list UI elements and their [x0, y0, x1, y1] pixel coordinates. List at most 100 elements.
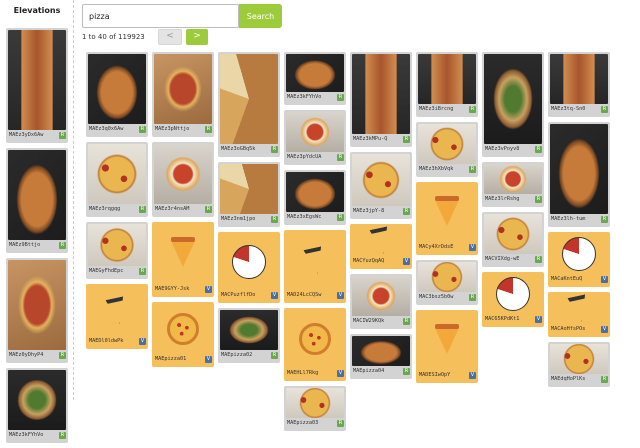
search-button[interactable]: Search: [239, 4, 282, 28]
photo-thumbnail[interactable]: [352, 276, 410, 316]
result-card[interactable]: MAEz3tq-Sn0 R: [548, 52, 610, 117]
next-page-button[interactable]: >: [186, 29, 208, 45]
photo-thumbnail[interactable]: [220, 310, 278, 350]
vector-badge: V: [337, 370, 344, 377]
vector-badge: V: [601, 276, 608, 283]
result-card[interactable]: MAEz3iBrcng R: [416, 52, 478, 117]
sidebar-elevation-card[interactable]: MAEz3yDx6Aw R: [6, 28, 68, 143]
result-card[interactable]: MACy4XrDdsE V: [416, 182, 478, 255]
photo-thumbnail[interactable]: [484, 214, 542, 254]
vector-thumbnail[interactable]: [550, 234, 608, 274]
result-card[interactable]: MAEpizza02 R: [218, 308, 280, 363]
asset-id-label: MAEz3vPoyv8 R: [485, 146, 542, 153]
photo-thumbnail[interactable]: [88, 224, 146, 266]
photo-thumbnail[interactable]: [418, 262, 476, 292]
result-card[interactable]: MAD24LcCQSw V: [284, 230, 346, 303]
previous-page-button[interactable]: <: [158, 29, 182, 45]
photo-thumbnail[interactable]: [88, 54, 146, 124]
photo-thumbnail[interactable]: [8, 260, 66, 350]
photo-thumbnail[interactable]: [484, 164, 542, 194]
photo-thumbnail[interactable]: [418, 54, 476, 104]
results-column: MAEz3kFYhVo R MAEz3pYdcUA R MAEz3xEgsWc R MAD2…: [284, 52, 346, 436]
result-card[interactable]: MAEz3lh-tum R: [548, 122, 610, 227]
photo-thumbnail[interactable]: [352, 154, 410, 206]
asset-id-label: MAEDl0ldwPk V: [89, 338, 146, 345]
search-input[interactable]: [82, 4, 239, 28]
sidebar-elevation-card[interactable]: MAEz9Bttjo R: [6, 148, 68, 253]
result-card[interactable]: MAEz3pYdcUA R: [284, 110, 346, 165]
result-card[interactable]: MAEz3kMPu-Q R: [350, 52, 412, 147]
result-card[interactable]: MAEz3jpY-8 R: [350, 152, 412, 219]
photo-thumbnail[interactable]: [220, 164, 278, 214]
vector-thumbnail[interactable]: [88, 286, 146, 336]
result-card[interactable]: MAEdqHoPlKs R: [548, 342, 610, 387]
result-card[interactable]: MACVIXdg-wE R: [482, 212, 544, 267]
raster-badge: R: [59, 242, 66, 249]
result-card[interactable]: MAEz3rqgqg R: [86, 142, 148, 217]
result-card[interactable]: MAEz3r4nsAM R: [152, 142, 214, 217]
result-card[interactable]: MAEpizza03 R: [284, 386, 346, 431]
vector-thumbnail[interactable]: [418, 184, 476, 242]
result-card[interactable]: MACAoHfsPOs V: [548, 292, 610, 337]
result-card[interactable]: MAEz3vPoyv8 R: [482, 52, 544, 157]
vector-thumbnail[interactable]: [220, 234, 278, 290]
photo-thumbnail[interactable]: [418, 124, 476, 164]
vector-thumbnail[interactable]: [286, 232, 344, 290]
vector-badge: V: [469, 244, 476, 251]
sidebar-elevation-card[interactable]: MAEz3kFYhVo R: [6, 368, 68, 443]
result-card[interactable]: MAEz3xEgsWc R: [284, 170, 346, 225]
photo-thumbnail[interactable]: [8, 150, 66, 240]
elevations-sidebar: Elevations MAEz3yDx6Aw R MAEz9Bttjo R MAEz0y…: [0, 0, 74, 443]
result-card[interactable]: MACPuzflfDo V: [218, 232, 280, 303]
vector-thumbnail[interactable]: [286, 310, 344, 368]
vector-thumbnail[interactable]: [550, 294, 608, 324]
photo-thumbnail[interactable]: [8, 30, 66, 130]
result-card[interactable]: MAC3bsz5b0w R: [416, 260, 478, 305]
raster-badge: R: [271, 216, 278, 223]
photo-thumbnail[interactable]: [484, 54, 542, 144]
photo-thumbnail[interactable]: [286, 388, 344, 418]
raster-badge: R: [139, 206, 146, 213]
result-card[interactable]: MAEDl0ldwPk V: [86, 284, 148, 349]
result-card[interactable]: MACaKntEuQ V: [548, 232, 610, 287]
result-card[interactable]: MAEz3q0x6Aw R: [86, 52, 148, 137]
photo-thumbnail[interactable]: [154, 54, 212, 124]
photo-thumbnail[interactable]: [352, 336, 410, 366]
result-card[interactable]: MAEz3hXbVqk R: [416, 122, 478, 177]
photo-thumbnail[interactable]: [154, 144, 212, 204]
photo-thumbnail[interactable]: [550, 344, 608, 374]
result-card[interactable]: MAEz3kFYhVo R: [284, 52, 346, 105]
result-card[interactable]: MAEz3lrRshg R: [482, 162, 544, 207]
result-card[interactable]: MAEz3pNttjo R: [152, 52, 214, 137]
asset-id-label: MAE9GYY-Jsk V: [155, 286, 212, 293]
result-card[interactable]: MAEHLl7Rkg V: [284, 308, 346, 381]
vector-thumbnail[interactable]: [154, 304, 212, 354]
raster-badge: R: [403, 136, 410, 143]
photo-thumbnail[interactable]: [220, 54, 278, 144]
result-card[interactable]: MAEGyFhdEpc R: [86, 222, 148, 279]
photo-thumbnail[interactable]: [286, 54, 344, 92]
results-column: MAEz3q0x6Aw R MAEz3rqgqg R MAEGyFhdEpc R MAEDl…: [86, 52, 148, 354]
result-card[interactable]: MAEz3nm1jpo R: [218, 162, 280, 227]
result-card[interactable]: MACIW29KQk R: [350, 274, 412, 329]
photo-thumbnail[interactable]: [550, 124, 608, 214]
photo-thumbnail[interactable]: [286, 112, 344, 152]
photo-thumbnail[interactable]: [550, 54, 608, 104]
photo-thumbnail[interactable]: [286, 172, 344, 212]
result-card[interactable]: MADESIwOpY V: [416, 310, 478, 383]
vector-thumbnail[interactable]: [484, 274, 542, 314]
sidebar-elevation-card[interactable]: MAEz0yDhyP4 R: [6, 258, 68, 363]
photo-thumbnail[interactable]: [352, 54, 410, 134]
asset-id-label: MACPuzflfDo V: [221, 292, 278, 299]
vector-thumbnail[interactable]: [154, 224, 212, 284]
result-card[interactable]: MAEpizza01 V: [152, 302, 214, 367]
vector-thumbnail[interactable]: [418, 312, 476, 370]
result-card[interactable]: MAEz3oGBq5k R: [218, 52, 280, 157]
result-card[interactable]: MACYuzQqAQ V: [350, 224, 412, 269]
vector-thumbnail[interactable]: [352, 226, 410, 256]
result-card[interactable]: MAEpizza04 R: [350, 334, 412, 379]
result-card[interactable]: MAE9GYY-Jsk V: [152, 222, 214, 297]
photo-thumbnail[interactable]: [88, 144, 146, 204]
result-card[interactable]: MAC65KPdKt1 V: [482, 272, 544, 327]
photo-thumbnail[interactable]: [8, 370, 66, 430]
